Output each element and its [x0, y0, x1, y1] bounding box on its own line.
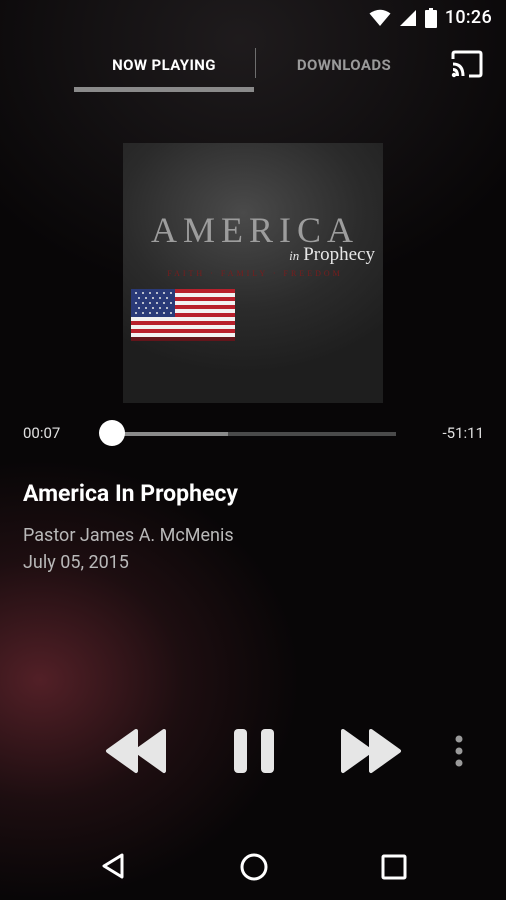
buffered-bar: [112, 432, 229, 436]
pause-icon[interactable]: [233, 728, 275, 774]
status-time: 10:26: [444, 7, 492, 28]
track-date: July 05, 2015: [23, 552, 129, 573]
system-nav-bar: [0, 830, 506, 900]
more-vert-icon[interactable]: [453, 734, 465, 770]
status-icons: 10:26: [369, 7, 492, 28]
cast-icon[interactable]: [450, 50, 484, 78]
playback-progress: 00:07 -51:11: [0, 417, 506, 451]
album-artwork: AMERICA in Prophecy FAITH · FAMILY · FREE…: [123, 143, 383, 403]
tab-downloads[interactable]: DOWNLOADS: [256, 36, 432, 94]
tab-now-playing[interactable]: NOW PLAYING: [74, 36, 254, 94]
battery-icon: [424, 7, 437, 28]
tab-selected-indicator: [74, 87, 254, 92]
artwork-tagline: FAITH · FAMILY · FREEDOM: [167, 269, 343, 278]
seek-bar[interactable]: [112, 432, 396, 436]
seek-thumb[interactable]: [99, 420, 125, 446]
status-bar: 10:26: [0, 0, 506, 36]
back-icon[interactable]: [100, 852, 126, 880]
home-icon[interactable]: [239, 852, 269, 882]
us-flag-image: [131, 289, 235, 341]
remaining-time: -51:11: [442, 424, 485, 442]
wifi-icon: [369, 9, 391, 26]
fast-forward-icon[interactable]: [339, 728, 403, 774]
tab-bar: NOW PLAYING DOWNLOADS: [0, 36, 506, 94]
artwork-subtitle: in Prophecy: [289, 244, 375, 266]
elapsed-time: 00:07: [23, 424, 61, 442]
artwork-subtitle-in: in: [289, 248, 300, 263]
recents-icon[interactable]: [381, 854, 407, 880]
cell-signal-icon: [399, 9, 416, 26]
rewind-icon[interactable]: [104, 728, 168, 774]
track-speaker: Pastor James A. McMenis: [23, 525, 234, 546]
track-title: America In Prophecy: [23, 480, 238, 507]
artwork-subtitle-prophecy: Prophecy: [303, 244, 375, 265]
